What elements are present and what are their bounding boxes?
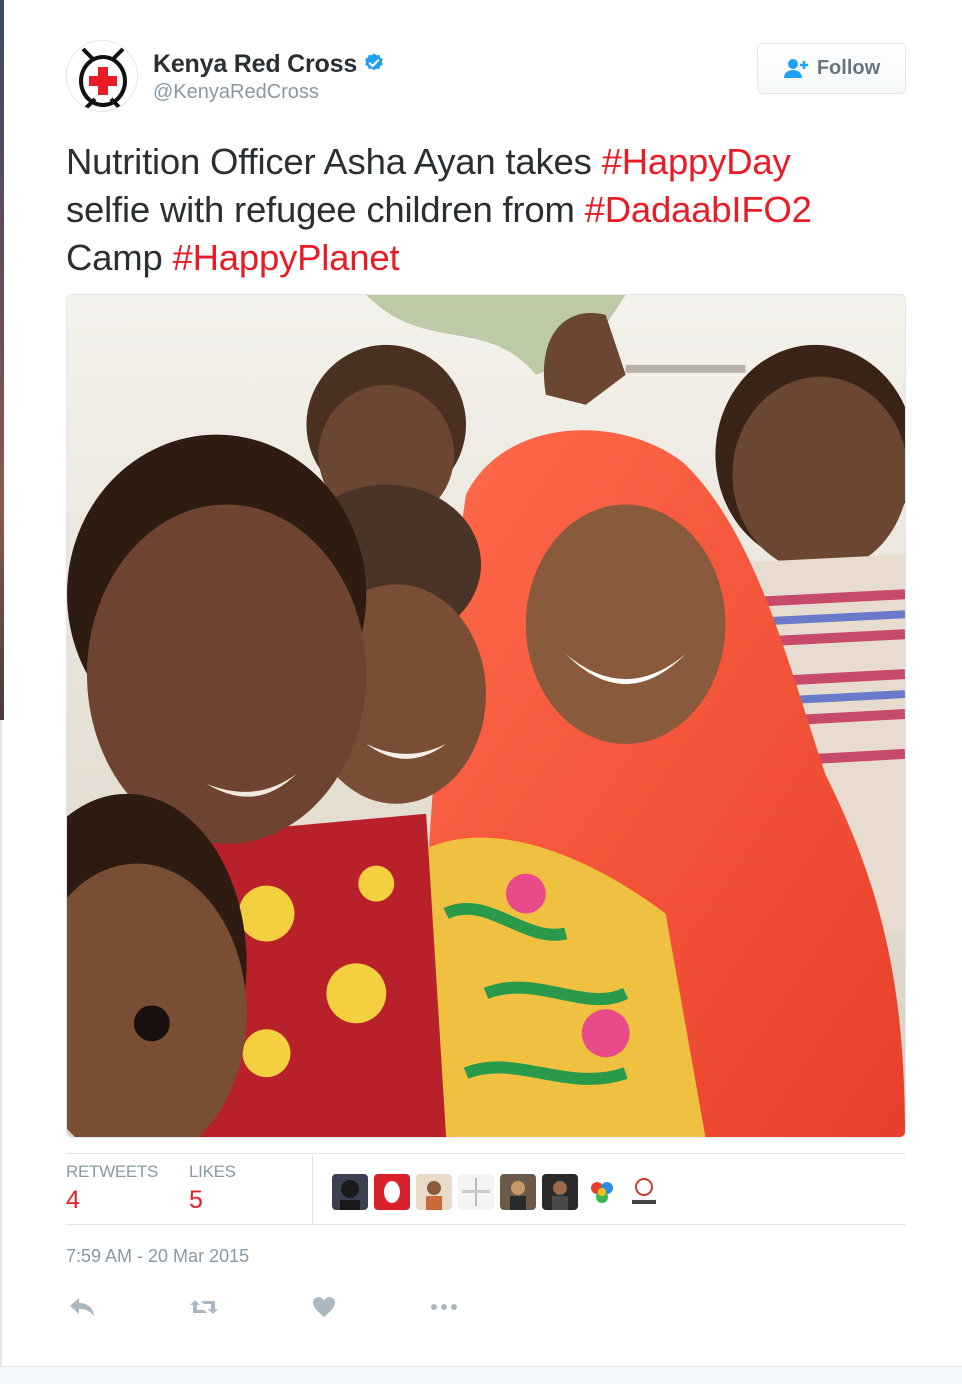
retweet-button[interactable] <box>188 1292 220 1322</box>
tweet-text-segment: Camp <box>66 237 173 278</box>
liker-avatar[interactable] <box>374 1174 410 1210</box>
liker-avatar[interactable] <box>542 1174 578 1210</box>
retweets-label: RETWEETS <box>66 1162 159 1181</box>
tweet-text-segment: selfie with refugee children from <box>66 189 585 230</box>
retweets-stat[interactable]: RETWEETS 4 <box>66 1162 158 1215</box>
liker-avatar[interactable] <box>332 1174 368 1210</box>
retweet-icon <box>190 1300 218 1314</box>
hashtag-link-happyplanet[interactable]: #HappyPlanet <box>173 237 400 278</box>
liker-avatar[interactable] <box>626 1174 662 1210</box>
hashtag-link-dadaab[interactable]: #DadaabIFO2 <box>585 189 812 230</box>
tweet-photo[interactable] <box>66 294 906 1138</box>
tweet-text-segment: Nutrition Officer Asha Ayan takes <box>66 141 602 182</box>
like-heart-icon <box>313 1297 335 1317</box>
likes-stat[interactable]: LIKES 5 <box>189 1162 236 1215</box>
account-name[interactable]: Kenya Red Cross <box>153 50 385 79</box>
follow-button[interactable]: Follow <box>757 43 906 94</box>
stats-divider <box>312 1154 313 1224</box>
verified-badge-icon <box>365 53 383 71</box>
account-name-text: Kenya Red Cross <box>153 50 358 78</box>
follow-person-plus-icon <box>783 58 808 78</box>
bottom-divider <box>0 1366 962 1384</box>
profile-avatar[interactable] <box>66 40 138 112</box>
more-button[interactable] <box>428 1292 460 1322</box>
red-cross-logo-icon <box>79 47 127 111</box>
liker-avatar[interactable] <box>416 1174 452 1210</box>
liker-avatar[interactable] <box>584 1174 620 1210</box>
hashtag-link-happyday[interactable]: #HappyDay <box>602 141 791 182</box>
liker-avatar[interactable] <box>500 1174 536 1210</box>
more-icon <box>431 1304 457 1310</box>
likers-avatars <box>332 1174 662 1210</box>
engagement-stats: RETWEETS 4 LIKES 5 <box>66 1153 906 1225</box>
selfie-photo-image <box>67 295 905 1137</box>
reply-icon <box>70 1298 94 1316</box>
like-button[interactable] <box>308 1292 340 1322</box>
reply-button[interactable] <box>66 1292 98 1322</box>
account-handle[interactable]: @KenyaRedCross <box>153 81 319 104</box>
likes-label: LIKES <box>189 1162 236 1181</box>
tweet-text: Nutrition Officer Asha Ayan takes #Happy… <box>66 138 926 282</box>
follow-button-label: Follow <box>816 57 881 79</box>
tweet-card: Kenya Red Cross @KenyaRedCross Follow Nu… <box>0 0 962 1384</box>
liker-avatar[interactable] <box>458 1174 494 1210</box>
retweets-count: 4 <box>66 1186 80 1214</box>
tweet-timestamp[interactable]: 7:59 AM - 20 Mar 2015 <box>66 1246 249 1267</box>
likes-count: 5 <box>189 1186 203 1214</box>
